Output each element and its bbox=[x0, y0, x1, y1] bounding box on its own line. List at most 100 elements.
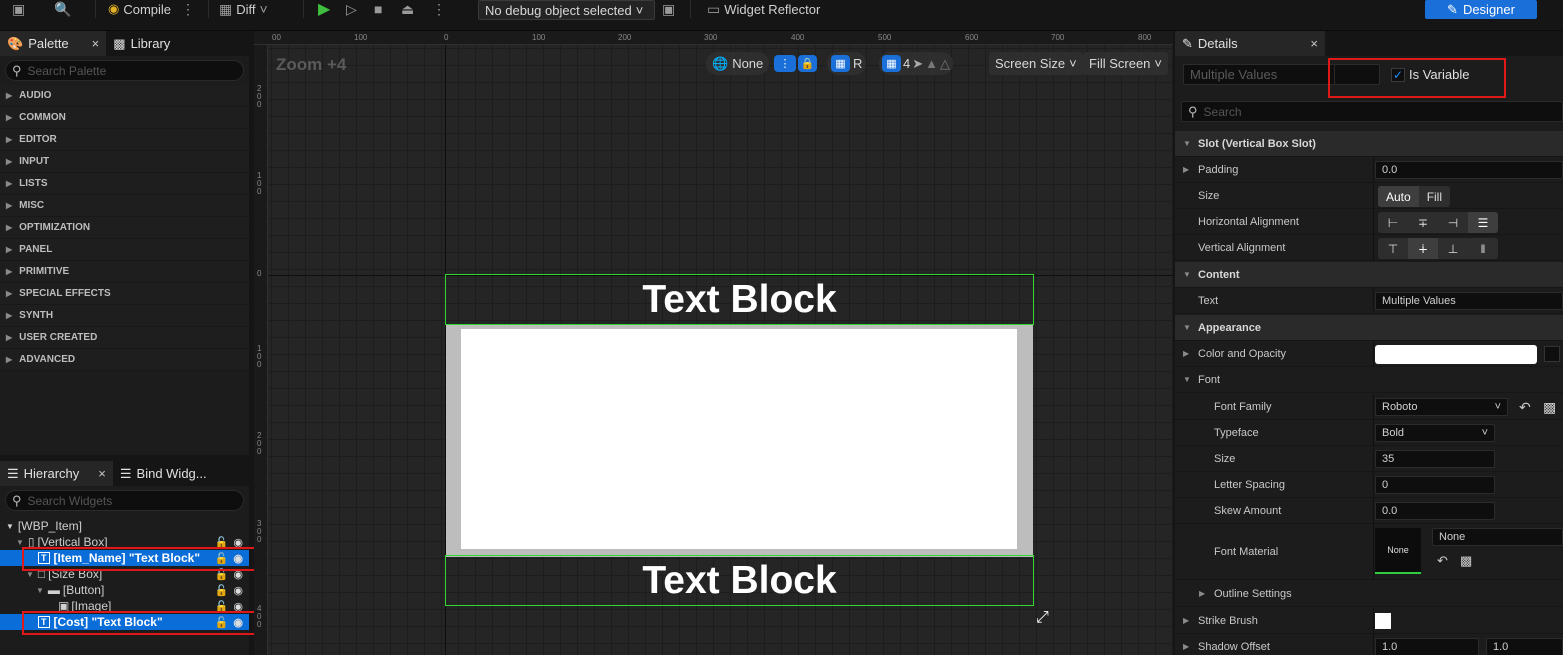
text-input[interactable]: Multiple Values bbox=[1375, 292, 1563, 310]
screen-size-dropdown[interactable]: Screen Size ˅ bbox=[989, 52, 1083, 75]
text-block-item-name[interactable]: Text Block bbox=[445, 274, 1034, 325]
section-slot[interactable]: ▼ Slot (Vertical Box Slot) bbox=[1175, 131, 1563, 157]
pointer-icon[interactable]: ➤ bbox=[912, 56, 923, 72]
eye-icon[interactable]: ◉ bbox=[233, 584, 243, 597]
tree-item-image[interactable]: ▣ [Image] 🔓 ◉ bbox=[0, 598, 249, 614]
debug-object-select[interactable]: No debug object selected ˅ bbox=[478, 0, 655, 20]
v-align-control[interactable]: ⊤ ∔ ⊥ ‖ bbox=[1378, 238, 1498, 259]
hierarchy-search-input[interactable]: ⚲ Search Widgets bbox=[5, 490, 244, 511]
align-middle-icon[interactable]: ∔ bbox=[1408, 238, 1438, 259]
name-extra-field[interactable] bbox=[1334, 64, 1380, 85]
resize-handle-icon[interactable]: ⤢ bbox=[1036, 609, 1049, 627]
eye-icon[interactable]: ◉ bbox=[233, 600, 243, 613]
size-segmented-control[interactable]: Auto Fill bbox=[1378, 186, 1451, 207]
reset-arrow-icon[interactable]: ↶ bbox=[1437, 553, 1448, 569]
row-outline-settings[interactable]: ▶ Outline Settings bbox=[1175, 581, 1563, 607]
shadow-offset-x-input[interactable]: 1.0 bbox=[1375, 638, 1479, 655]
align-top-icon[interactable]: ⊤ bbox=[1378, 238, 1408, 259]
palette-category[interactable]: ▶ MISC bbox=[0, 195, 249, 217]
eye-icon[interactable]: ◉ bbox=[233, 616, 243, 629]
mountain-icon[interactable]: ▲ bbox=[925, 56, 938, 71]
palette-category[interactable]: ▶ LISTS bbox=[0, 173, 249, 195]
eye-icon[interactable]: ◉ bbox=[233, 552, 243, 565]
designer-mode-button[interactable]: ✎ Designer bbox=[1425, 0, 1537, 19]
lock-icon[interactable]: 🔓 bbox=[215, 600, 229, 613]
is-variable-checkbox[interactable]: ✓ Is Variable bbox=[1391, 67, 1469, 82]
lock-icon[interactable]: 🔓 bbox=[215, 536, 229, 549]
play-button[interactable]: ▶ bbox=[318, 0, 330, 18]
palette-category[interactable]: ▶ SYNTH bbox=[0, 305, 249, 327]
eject-button[interactable]: ⏏ bbox=[401, 0, 414, 18]
size-fill-button[interactable]: Fill bbox=[1419, 186, 1450, 207]
size-auto-button[interactable]: Auto bbox=[1378, 186, 1419, 207]
align-vfill-icon[interactable]: ‖ bbox=[1468, 238, 1498, 259]
padding-input[interactable]: 0.0 bbox=[1375, 161, 1563, 179]
text-block-cost[interactable]: Text Block bbox=[445, 555, 1034, 606]
close-icon[interactable]: × bbox=[92, 36, 100, 51]
color-swatch[interactable] bbox=[1375, 345, 1537, 364]
tab-details[interactable]: ✎ Details × bbox=[1175, 31, 1325, 56]
font-size-input[interactable]: 35 bbox=[1375, 450, 1495, 468]
palette-category[interactable]: ▶ PRIMITIVE bbox=[0, 261, 249, 283]
widget-reflector-button[interactable]: ▭ Widget Reflector bbox=[707, 0, 820, 18]
lock-icon[interactable]: 🔓 bbox=[215, 568, 229, 581]
save-icon[interactable]: ▣ bbox=[12, 0, 25, 18]
skew-amount-input[interactable]: 0.0 bbox=[1375, 502, 1495, 520]
designer-canvas[interactable]: 00 100 0 100 200 300 400 500 600 700 800 200 100 0 10… bbox=[254, 31, 1173, 655]
typeface-select[interactable]: Bold ˅ bbox=[1375, 424, 1495, 442]
tab-palette[interactable]: 🎨 Palette × bbox=[0, 31, 107, 56]
palette-category[interactable]: ▶ ADVANCED bbox=[0, 349, 249, 371]
debug-find-icon[interactable]: ▣ bbox=[662, 0, 675, 18]
button-widget[interactable] bbox=[446, 325, 1033, 557]
palette-category[interactable]: ▶ AUDIO bbox=[0, 85, 249, 107]
tab-hierarchy[interactable]: ☰ Hierarchy × bbox=[0, 461, 113, 486]
browse-icon[interactable]: 🔍 bbox=[54, 0, 71, 18]
eye-icon[interactable]: ◉ bbox=[233, 568, 243, 581]
grid-snap-button[interactable]: ▦ 4 ➤ ▲ △ bbox=[879, 52, 954, 75]
palette-category[interactable]: ▶ SPECIAL EFFECTS bbox=[0, 283, 249, 305]
align-right-icon[interactable]: ⊣ bbox=[1438, 212, 1468, 233]
material-thumbnail[interactable]: None bbox=[1375, 528, 1421, 574]
lock-icon[interactable]: 🔓 bbox=[215, 552, 229, 565]
tree-item-vertical-box[interactable]: ▼ ▯ [Vertical Box] 🔓 ◉ bbox=[0, 534, 249, 550]
palette-category[interactable]: ▶ USER CREATED bbox=[0, 327, 249, 349]
details-search-input[interactable]: ⚲ Search bbox=[1181, 101, 1563, 122]
font-material-select[interactable]: None bbox=[1432, 528, 1563, 546]
reset-arrow-icon[interactable]: ↶ bbox=[1519, 399, 1531, 416]
tree-item-size-box[interactable]: ▼ □ [Size Box] 🔓 ◉ bbox=[0, 566, 249, 582]
align-left-icon[interactable]: ⊢ bbox=[1378, 212, 1408, 233]
lock-icon[interactable]: 🔓 bbox=[215, 616, 229, 629]
diff-button[interactable]: ▦ Diff ˅ bbox=[219, 0, 268, 18]
align-bottom-icon[interactable]: ⊥ bbox=[1438, 238, 1468, 259]
palette-search-input[interactable]: ⚲ Search Palette bbox=[5, 60, 244, 81]
compile-button[interactable]: ◉ Compile ⋮ bbox=[108, 0, 195, 18]
browse-folder-icon[interactable]: ▩ bbox=[1460, 553, 1472, 569]
dotted-box-icon[interactable]: ⋮ bbox=[774, 55, 796, 72]
tree-item-item-name[interactable]: T [Item_Name] "Text Block" 🔓 ◉ bbox=[0, 550, 249, 566]
localization-preview-button[interactable]: 🌐 None bbox=[706, 52, 770, 75]
palette-category[interactable]: ▶ EDITOR bbox=[0, 129, 249, 151]
close-icon[interactable]: × bbox=[98, 466, 106, 481]
section-content[interactable]: ▼ Content bbox=[1175, 262, 1563, 288]
tree-item-cost[interactable]: T [Cost] "Text Block" 🔓 ◉ bbox=[0, 614, 249, 630]
alpha-swatch[interactable] bbox=[1544, 346, 1560, 362]
letter-spacing-input[interactable]: 0 bbox=[1375, 476, 1495, 494]
palette-category[interactable]: ▶ INPUT bbox=[0, 151, 249, 173]
tab-bind-widgets[interactable]: ☰ Bind Widg... bbox=[113, 461, 214, 486]
section-appearance[interactable]: ▼ Appearance bbox=[1175, 315, 1563, 341]
palette-category[interactable]: ▶ PANEL bbox=[0, 239, 249, 261]
font-family-select[interactable]: Roboto ˅ bbox=[1375, 398, 1508, 416]
shadow-offset-y-input[interactable]: 1.0 bbox=[1486, 638, 1563, 655]
tree-item-root[interactable]: ▼ [WBP_Item] bbox=[0, 518, 249, 534]
strike-brush-swatch[interactable] bbox=[1375, 613, 1391, 629]
triangle-icon[interactable]: △ bbox=[940, 56, 950, 72]
eye-icon[interactable]: ◉ bbox=[233, 536, 243, 549]
palette-category[interactable]: ▶ COMMON bbox=[0, 107, 249, 129]
browse-folder-icon[interactable]: ▩ bbox=[1543, 399, 1556, 416]
close-icon[interactable]: × bbox=[1310, 36, 1318, 51]
palette-category[interactable]: ▶ OPTIMIZATION bbox=[0, 217, 249, 239]
play-options-button[interactable]: ⋮ bbox=[432, 0, 446, 18]
image-widget[interactable] bbox=[461, 329, 1017, 549]
step-button[interactable]: ▷ bbox=[346, 0, 357, 18]
lock-icon[interactable]: 🔓 bbox=[215, 584, 229, 597]
